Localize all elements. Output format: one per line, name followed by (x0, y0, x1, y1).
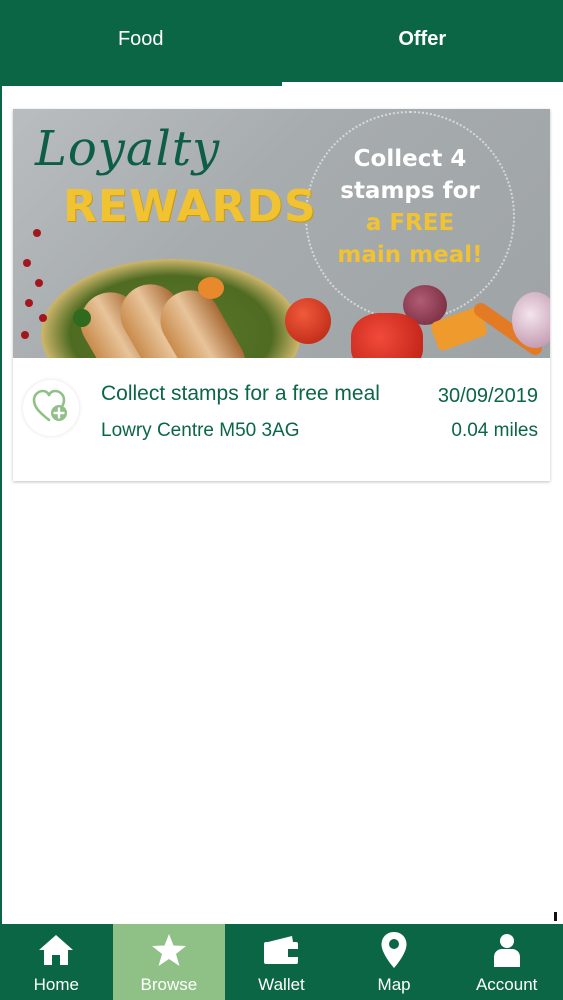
banner-pomegranate-seed (35, 279, 43, 287)
banner-promo-line: stamps for (340, 178, 480, 204)
star-icon (151, 930, 187, 970)
top-tab-bar: Food Offer (0, 0, 563, 86)
home-icon (37, 930, 75, 970)
tab-offer-indicator (281, 82, 563, 86)
bottom-nav: Home Browse Wallet Map Account (0, 924, 563, 1000)
offer-distance: 0.04 miles (451, 420, 538, 441)
tab-food[interactable]: Food (0, 0, 282, 86)
banner-pomegranate-seed (33, 229, 41, 237)
nav-browse[interactable]: Browse (112, 924, 226, 1000)
banner-rewards-text: REWARDS (63, 181, 317, 232)
offer-location: Lowry Centre M50 3AG (101, 420, 300, 441)
offer-date: 30/09/2019 (437, 385, 538, 407)
nav-map-label: Map (377, 975, 411, 994)
left-edge-line (0, 86, 2, 924)
banner-squash-piece (198, 277, 224, 299)
offer-info: Collect stamps for a free meal 30/09/201… (13, 358, 550, 481)
banner-pomegranate-seed (39, 314, 47, 322)
nav-home-label: Home (33, 975, 79, 994)
nav-home[interactable]: Home (0, 924, 113, 1000)
nav-wallet[interactable]: Wallet (225, 924, 338, 1000)
nav-browse-label: Browse (140, 975, 198, 994)
banner-pomegranate-seed (21, 331, 29, 339)
banner-promo-line: main meal! (337, 242, 483, 268)
banner-promo-text: Collect 4 stamps for a FREE main meal! (335, 143, 485, 271)
nav-wallet-label: Wallet (258, 975, 305, 994)
banner-onion (512, 292, 550, 348)
banner-pepper (351, 313, 423, 358)
offer-banner-image: Loyalty REWARDS Collect 4 stamps for a F… (13, 109, 550, 358)
banner-promo-line: a FREE (365, 210, 455, 236)
offer-title: Collect stamps for a free meal (101, 382, 380, 405)
nav-map[interactable]: Map (338, 924, 451, 1000)
nav-account-label: Account (475, 975, 538, 994)
banner-loyalty-text: Loyalty (35, 121, 221, 177)
offer-card[interactable]: Loyalty REWARDS Collect 4 stamps for a F… (13, 109, 550, 481)
wallet-icon (262, 930, 300, 970)
map-pin-icon (380, 930, 408, 970)
nav-account[interactable]: Account (450, 924, 563, 1000)
banner-pomegranate-seed (25, 299, 33, 307)
banner-promo-line: Collect 4 (353, 146, 467, 172)
tab-offer[interactable]: Offer (281, 0, 563, 86)
favorite-button[interactable] (23, 380, 79, 436)
banner-leaf (73, 309, 91, 327)
tab-food-label: Food (117, 27, 164, 50)
tab-offer-label: Offer (398, 27, 447, 50)
scroll-indicator (554, 912, 557, 921)
banner-pomegranate-seed (23, 259, 31, 267)
account-icon (492, 930, 522, 970)
banner-tomato (285, 298, 331, 344)
tab-food-indicator (0, 82, 282, 86)
heart-plus-icon (31, 388, 71, 429)
